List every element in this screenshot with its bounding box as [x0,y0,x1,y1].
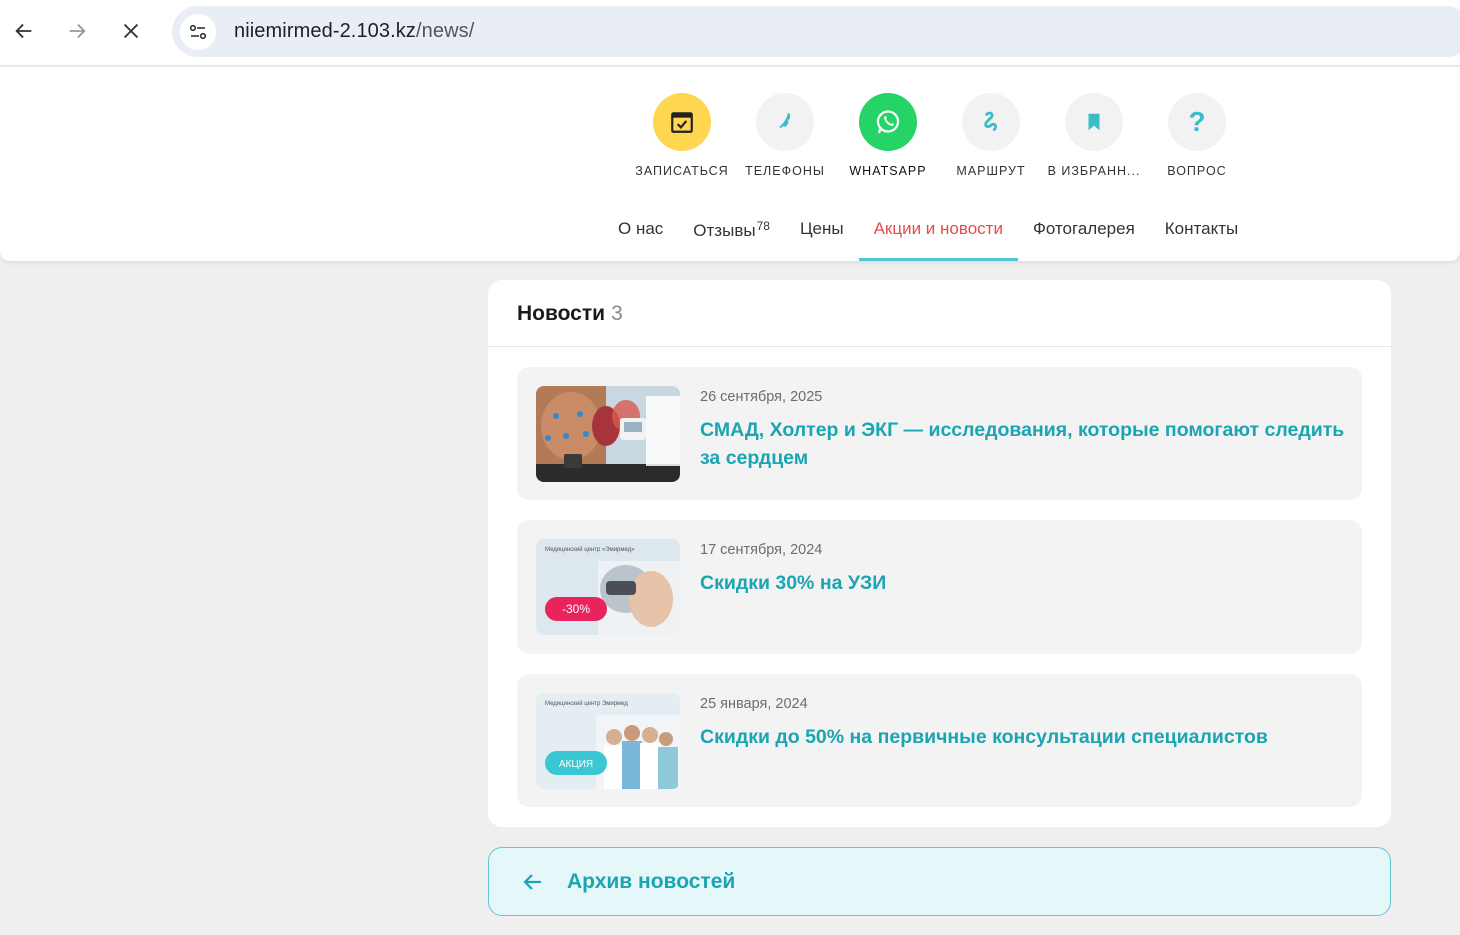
news-heading: Новости 3 [517,302,623,326]
news-item[interactable]: Медицинский центр Эмирмед АКЦИЯ 25 январ… [517,674,1362,807]
tab-reviews[interactable]: Отзывы78 [678,211,785,261]
discount-badge: -30% [562,602,590,616]
action-label: МАРШРУТ [956,164,1026,178]
action-whatsapp[interactable]: WHATSAPP [836,93,940,178]
clinic-caption: Медицинский центр Эмирмед [545,700,628,707]
tab-label: Цены [799,219,844,238]
news-count: 3 [611,302,623,325]
tab-promotions-news[interactable]: Акции и новости [858,211,1019,261]
browser-toolbar: niiemirmed-2.103.kz/news/ [0,0,1460,66]
action-phones[interactable]: ТЕЛЕФОНЫ [733,93,837,178]
news-thumbnail[interactable]: Медицинский центр «Эмирмед» -30% [536,539,680,635]
tab-label: Отзывы [693,221,756,240]
reviews-count-badge: 78 [756,219,770,233]
tab-label: Контакты [1164,219,1239,238]
arrow-right-icon [69,23,86,39]
question-icon: ? [1188,106,1206,137]
arrow-left-icon [523,873,541,890]
tab-gallery[interactable]: Фотогалерея [1018,211,1150,261]
book-button[interactable] [653,93,711,151]
url-text: niiemirmed-2.103.kz/news/ [234,20,474,43]
tab-prices[interactable]: Цены [785,211,859,261]
main-nav: О нас Отзывы78 Цены Акции и новости Фото… [603,211,1253,261]
news-date: 25 января, 2024 [700,696,808,712]
tab-label: Фотогалерея [1032,219,1135,238]
promo-badge: АКЦИЯ [559,759,593,770]
news-panel: Новости 3 26 сентября, 2025 СМАД, Холтер… [488,280,1391,827]
action-question[interactable]: ? ВОПРОС [1145,93,1249,178]
forward-button[interactable] [59,13,95,49]
news-archive-button[interactable]: Архив новостей [488,847,1391,916]
action-favorites[interactable]: В ИЗБРАНН... [1042,93,1146,178]
news-title-link[interactable]: Скидки 30% на УЗИ [700,569,1350,597]
back-button[interactable] [6,13,42,49]
action-book[interactable]: ЗАПИСАТЬСЯ [630,93,734,178]
news-thumbnail[interactable] [536,386,680,482]
route-button[interactable] [962,93,1020,151]
news-title-link[interactable]: Скидки до 50% на первичные консультации … [700,723,1350,751]
whatsapp-icon [876,110,900,134]
news-date: 26 сентября, 2025 [700,389,823,405]
url-host: niiemirmed-2.103.kz [234,20,416,42]
news-date: 17 сентября, 2024 [700,542,823,558]
whatsapp-button[interactable] [859,93,917,151]
phones-button[interactable] [756,93,814,151]
action-route[interactable]: МАРШРУТ [939,93,1043,178]
ecg-photo-image [536,386,680,482]
news-thumbnail[interactable]: Медицинский центр Эмирмед АКЦИЯ [536,693,680,789]
action-label: ВОПРОС [1167,164,1227,178]
tab-label: О нас [618,219,664,238]
site-info-button[interactable] [180,13,216,50]
news-item[interactable]: Медицинский центр «Эмирмед» -30% 17 сент… [517,520,1362,654]
action-label: WHATSAPP [849,164,927,178]
tab-about[interactable]: О нас [603,211,678,261]
site-header: ЗАПИСАТЬСЯ ТЕЛЕФОНЫ WHATSAPP МАРШРУТ В И… [0,67,1460,261]
clinic-caption: Медицинский центр «Эмирмед» [545,546,635,553]
news-title: Новости [517,302,606,325]
tab-contacts[interactable]: Контакты [1150,211,1253,261]
close-icon [123,23,139,39]
arrow-left-icon [15,23,32,39]
action-label: ТЕЛЕФОНЫ [745,164,825,178]
tab-label: Акции и новости [873,219,1003,238]
bookmark-icon [1088,113,1100,131]
url-path: /news/ [415,20,475,42]
stop-loading-button[interactable] [113,13,149,49]
tune-icon [189,24,207,39]
favorites-button[interactable] [1065,93,1123,151]
route-icon [984,111,997,131]
question-button[interactable]: ? [1168,93,1226,151]
ultrasound-promo-image: Медицинский центр «Эмирмед» -30% [536,539,680,635]
action-label: В ИЗБРАНН... [1047,164,1141,178]
action-label: ЗАПИСАТЬСЯ [635,164,729,178]
calendar-check-icon [671,112,693,133]
address-bar[interactable]: niiemirmed-2.103.kz/news/ [172,6,1460,57]
doctors-promo-image: Медицинский центр Эмирмед АКЦИЯ [536,693,680,789]
divider [488,346,1391,347]
news-title-link[interactable]: СМАД, Холтер и ЭКГ — исследования, котор… [700,416,1350,472]
archive-label: Архив новостей [567,869,736,893]
news-item[interactable]: 26 сентября, 2025 СМАД, Холтер и ЭКГ — и… [517,367,1362,500]
phone-icon [779,113,790,128]
